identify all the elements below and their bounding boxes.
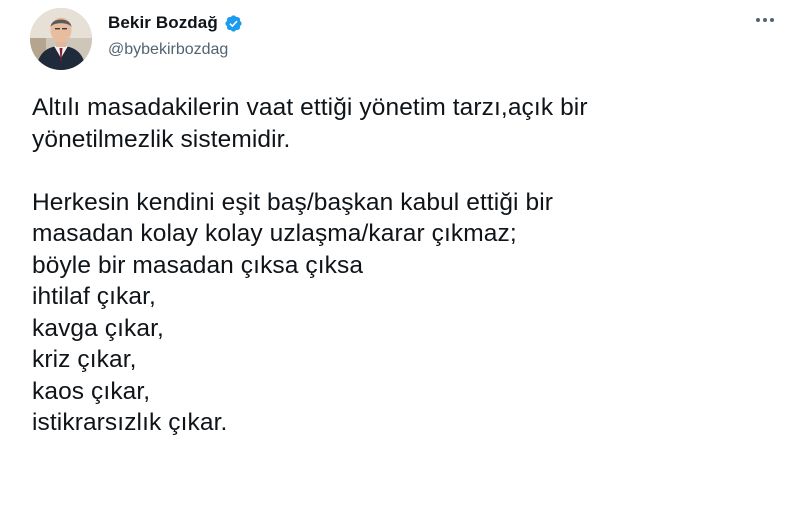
text-line: ihtilaf çıkar, (32, 283, 156, 310)
text-line: kavga çıkar, (32, 314, 164, 342)
verified-badge-icon (224, 14, 243, 33)
user-handle[interactable]: @bybekirbozdag (108, 41, 243, 59)
avatar-image (30, 8, 92, 70)
text-line: istikrarsızlık çıkar. (32, 409, 228, 436)
text-line: böyle bir masadan çıksa çıksa (32, 251, 364, 279)
tweet-paragraph-2: Herkesin kendini eşit baş/başkan kabul e… (32, 187, 782, 439)
text-line: masadan kolay kolay uzlaşma/karar çıkmaz… (32, 220, 517, 247)
tweet-card: Bekir Bozdağ @bybekirbozdag Altılı masad… (0, 0, 800, 512)
author-info: Bekir Bozdağ @bybekirbozdag (108, 11, 243, 59)
avatar[interactable] (30, 8, 92, 70)
tweet-text: Altılı masadakilerin vaat ettiği yönetim… (32, 92, 782, 439)
name-row: Bekir Bozdağ (108, 11, 243, 35)
text-line: yönetilmezlik sistemidir. (32, 125, 291, 153)
display-name[interactable]: Bekir Bozdağ (108, 13, 218, 33)
text-line: Altılı masadakilerin vaat ettiği yönetim… (32, 94, 588, 121)
text-line: kaos çıkar, (32, 377, 151, 405)
tweet-paragraph-1: Altılı masadakilerin vaat ettiği yönetim… (32, 92, 782, 155)
text-line: Herkesin kendini eşit baş/başkan kabul e… (32, 188, 554, 216)
text-line: kriz çıkar, (32, 346, 137, 373)
more-options-icon[interactable] (750, 10, 780, 30)
